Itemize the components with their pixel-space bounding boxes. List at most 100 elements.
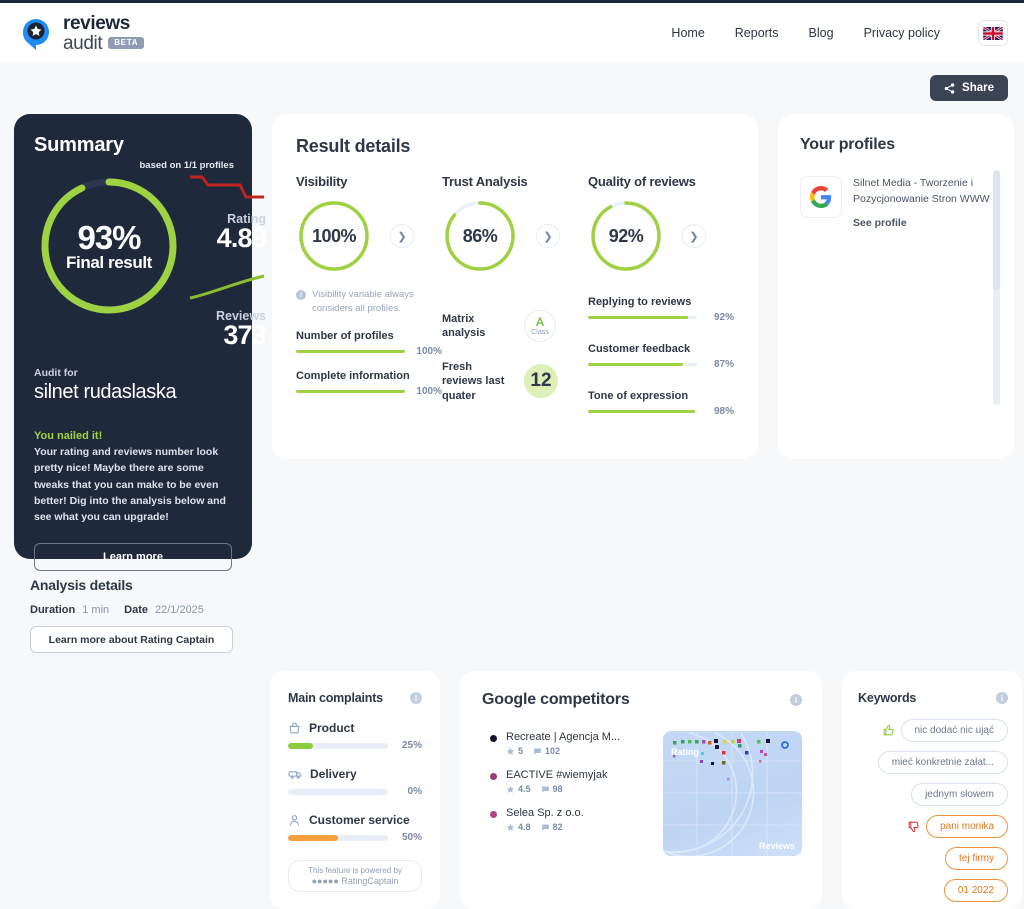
bar-label: Complete information xyxy=(296,369,410,382)
keyword-pill[interactable]: nic dodać nic ująć xyxy=(900,719,1008,742)
complaint-label: Delivery xyxy=(310,767,357,781)
top-grid: Summary based on 1/1 profiles 93% Final … xyxy=(0,101,1024,653)
complaint-track xyxy=(288,788,388,795)
quality-expand-chevron-icon[interactable]: ❯ xyxy=(682,224,706,248)
competitor-row: EACTIVE #wiemyjak 4.5 98 xyxy=(490,769,647,794)
complaint-fill xyxy=(288,742,313,749)
keywords-info-icon[interactable]: i xyxy=(996,692,1008,704)
star-icon xyxy=(506,785,515,793)
beta-badge: BETA xyxy=(108,37,145,49)
date-label: Date xyxy=(124,604,148,616)
complaint-track xyxy=(288,742,388,749)
nav-item-reports[interactable]: Reports xyxy=(735,26,779,40)
your-profiles-card: Your profiles Silnet Media - Tworzenie i… xyxy=(778,114,1014,459)
star-icon xyxy=(506,747,515,755)
see-profile-link[interactable]: See profile xyxy=(853,217,1000,229)
google-competitors-card: Google competitors i Recreate | Agencja … xyxy=(460,671,822,909)
competitor-rating: 5 xyxy=(518,746,524,756)
logo-reviews-text: reviews xyxy=(63,12,130,34)
duration-label: Duration xyxy=(30,604,76,616)
complaint-pct: 25% xyxy=(401,740,422,751)
bar-fill xyxy=(588,363,683,366)
thumbs-up-icon xyxy=(883,724,894,736)
keywords-title: Keywords xyxy=(858,691,917,705)
complaint-fill xyxy=(288,834,338,841)
visibility-expand-chevron-icon[interactable]: ❯ xyxy=(390,224,414,248)
truck-icon xyxy=(288,770,302,779)
share-icon xyxy=(944,82,955,94)
comment-icon xyxy=(534,748,541,754)
audit-for-label: Audit for xyxy=(34,367,78,379)
rating-captain-button[interactable]: Learn more about Rating Captain xyxy=(30,626,233,653)
profiles-scrollbar[interactable] xyxy=(993,170,1000,405)
rating-sparkline xyxy=(190,175,264,199)
uk-flag-icon xyxy=(983,26,1003,40)
competitors-info-icon[interactable]: i xyxy=(790,694,802,706)
complaint-customer-service: Customer service 50% xyxy=(288,813,422,843)
fresh-reviews-row: Fresh reviews last quater 12 xyxy=(442,360,588,403)
logo[interactable]: reviews audit BETA xyxy=(18,12,145,54)
profiles-scrollbar-thumb[interactable] xyxy=(993,170,1000,290)
keyword-pill[interactable]: tej firmy xyxy=(945,847,1008,870)
reviews-audit-logo-icon xyxy=(18,15,54,51)
quality-pct: 92% xyxy=(608,225,644,246)
keywords-card: Keywords i nic dodać nic ująć mieć konkr… xyxy=(842,671,1022,909)
competitor-name: Recreate | Agencja M... xyxy=(506,731,621,743)
nav-item-home[interactable]: Home xyxy=(671,26,704,40)
complaint-pct: 0% xyxy=(407,786,422,797)
google-competitors-title: Google competitors xyxy=(482,691,630,708)
star-icon xyxy=(506,823,515,831)
bar-label: Number of profiles xyxy=(296,329,394,342)
keyword-pill[interactable]: 01 2022 xyxy=(943,879,1008,902)
powered-by-line1: This feature is powered by xyxy=(308,866,402,875)
competitor-row: Selea Sp. z o.o. 4.8 82 xyxy=(490,807,647,832)
reviews-sparkline xyxy=(189,274,265,300)
summary-based-on: based on 1/1 profiles xyxy=(139,160,235,171)
logo-audit-text: audit xyxy=(63,32,103,54)
scatter-y-axis-label: Rating xyxy=(671,747,699,757)
result-column-trust-analysis: Trust Analysis 86% ❯ Matrix analysis A C… xyxy=(442,174,588,417)
reviews-value: 373 xyxy=(223,320,266,350)
summary-description: Your rating and reviews number look pret… xyxy=(34,446,226,524)
share-row: Share xyxy=(0,63,1024,101)
stars-icon: ●●●●● xyxy=(311,876,339,886)
keyword-row: nic dodać nic ująć xyxy=(882,719,1008,742)
bar-fill xyxy=(588,316,689,319)
competitor-reviews: 82 xyxy=(552,822,563,832)
visibility-note-text: Visibility variable always considers all… xyxy=(312,289,414,315)
bar-pct: 92% xyxy=(713,312,734,323)
visibility-donut: 100% xyxy=(296,198,372,274)
bar-pct: 87% xyxy=(713,359,734,370)
bar-pct: 100% xyxy=(416,345,442,357)
keyword-row: jednym słowem xyxy=(911,783,1008,806)
result-column-quality-of-reviews: Quality of reviews 92% ❯ Replying to rev… xyxy=(588,174,734,417)
matrix-analysis-row: Matrix analysis A Class xyxy=(442,310,588,342)
share-button[interactable]: Share xyxy=(930,75,1008,101)
analysis-details-title: Analysis details xyxy=(30,577,133,593)
nav-item-blog[interactable]: Blog xyxy=(809,26,834,40)
bar-label: Customer feedback xyxy=(588,343,691,355)
final-result-donut: 93% Final result xyxy=(34,171,184,321)
matrix-class-badge: A Class xyxy=(524,310,556,342)
keyword-pill[interactable]: jednym słowem xyxy=(911,783,1008,806)
keyword-pill[interactable]: pani monika xyxy=(926,815,1008,838)
bar-track xyxy=(296,389,405,393)
main-complaints-card: Main complaints i Product 25% Delivery 0… xyxy=(270,671,440,909)
complaints-info-icon[interactable]: i xyxy=(410,692,422,704)
learn-more-button[interactable]: Learn more xyxy=(34,543,232,572)
complaint-product: Product 25% xyxy=(288,721,422,751)
result-details-columns: Visibility 100% ❯ i Visibility variable … xyxy=(296,174,734,417)
nav-item-privacy-policy[interactable]: Privacy policy xyxy=(864,26,940,40)
rating-value: 4.89 xyxy=(216,223,267,253)
language-selector[interactable] xyxy=(978,20,1008,46)
audit-name: silnet rudaslaska xyxy=(34,381,177,403)
trust-analysis-expand-chevron-icon[interactable]: ❯ xyxy=(536,224,560,248)
matrix-class-text: Class xyxy=(531,329,549,336)
main-nav: Home Reports Blog Privacy policy xyxy=(671,20,1008,46)
bar-complete-information: Complete information 100% xyxy=(296,370,442,397)
complaint-label: Customer service xyxy=(309,813,410,827)
date-value: 22/1/2025 xyxy=(154,604,204,616)
comment-icon xyxy=(541,786,549,792)
person-icon xyxy=(289,814,300,825)
complaint-delivery: Delivery 0% xyxy=(288,767,422,797)
